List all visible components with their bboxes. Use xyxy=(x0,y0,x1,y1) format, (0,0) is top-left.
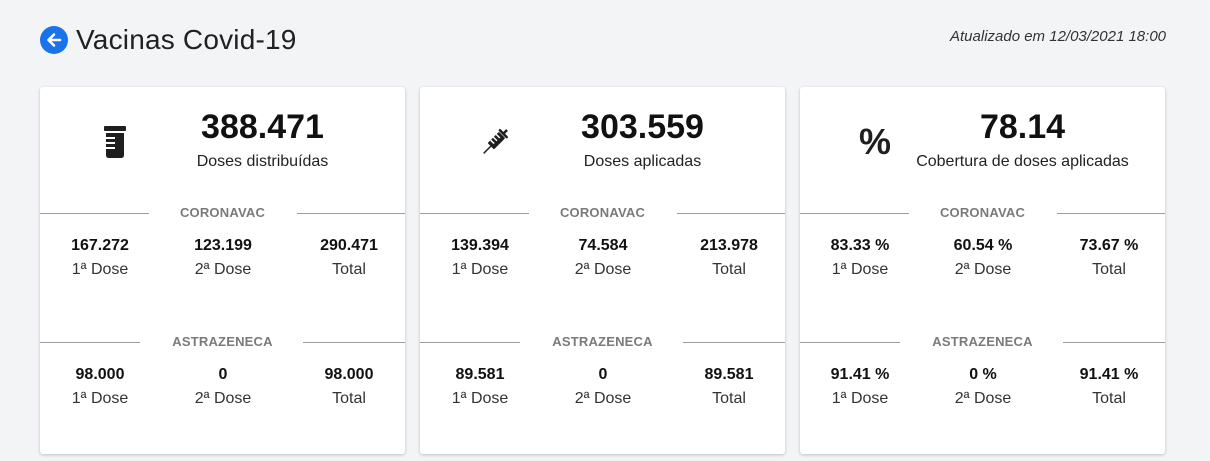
stat-second-dose: 123.199 2ª Dose xyxy=(194,237,252,278)
section-astrazeneca: ASTRAZENECA 89.581 1ª Dose 0 2ª Dose 89.58… xyxy=(420,332,785,407)
doses-aplicadas-label: Doses aplicadas xyxy=(583,153,702,170)
stat-first-dose: 139.394 1ª Dose xyxy=(451,237,509,278)
section-coronavac: CORONAVAC 167.272 1ª Dose 123.199 2ª Dose … xyxy=(40,203,405,278)
divider-line xyxy=(683,342,785,343)
divider-line xyxy=(297,213,405,214)
last-updated: Atualizado em 12/03/2021 18:00 xyxy=(950,28,1166,45)
card-doses-distribuidas: 388.471 Doses distribuídas CORONAVAC 167… xyxy=(40,87,405,454)
divider-line xyxy=(1057,213,1165,214)
cobertura-label: Cobertura de doses aplicadas xyxy=(916,153,1129,170)
stat-total: 213.978 Total xyxy=(700,237,758,278)
stat-first-dose: 167.272 1ª Dose xyxy=(71,237,129,278)
stat-second-dose: 60.54 % 2ª Dose xyxy=(953,237,1013,278)
section-astrazeneca: ASTRAZENECA 91.41 % 1ª Dose 0 % 2ª Dose 91… xyxy=(800,332,1165,407)
stat-total: 89.581 Total xyxy=(704,366,754,407)
page-title: Vacinas Covid-19 xyxy=(76,24,297,55)
stat-total: 73.67 % Total xyxy=(1079,237,1139,278)
doses-distribuidas-label: Doses distribuídas xyxy=(196,153,329,170)
divider-line xyxy=(303,342,405,343)
stat-second-dose: 0 2ª Dose xyxy=(194,366,252,407)
cobertura-value: 78.14 xyxy=(979,108,1066,146)
divider-line xyxy=(1063,342,1165,343)
stat-total: 290.471 Total xyxy=(320,237,378,278)
stat-total: 98.000 Total xyxy=(324,366,374,407)
stat-second-dose: 0 2ª Dose xyxy=(574,366,632,407)
stat-second-dose: 74.584 2ª Dose xyxy=(574,237,632,278)
section-coronavac: CORONAVAC 83.33 % 1ª Dose 60.54 % 2ª Dose … xyxy=(800,203,1165,278)
divider-line xyxy=(677,213,785,214)
card-doses-aplicadas: 303.559 Doses aplicadas CORONAVAC 139.39… xyxy=(420,87,785,454)
stat-total: 91.41 % Total xyxy=(1079,366,1139,407)
stat-first-dose: 98.000 1ª Dose xyxy=(71,366,129,407)
back-button[interactable] xyxy=(40,26,68,54)
doses-aplicadas-value: 303.559 xyxy=(581,108,704,146)
page-header: Vacinas Covid-19 xyxy=(40,24,297,56)
stat-first-dose: 89.581 1ª Dose xyxy=(451,366,509,407)
card-cobertura: % 78.14 Cobertura de doses aplicadas COR… xyxy=(800,87,1165,454)
section-astrazeneca: ASTRAZENECA 98.000 1ª Dose 0 2ª Dose 98.00… xyxy=(40,332,405,407)
arrow-left-icon xyxy=(47,33,62,47)
stat-first-dose: 83.33 % 1ª Dose xyxy=(830,237,890,278)
section-coronavac: CORONAVAC 139.394 1ª Dose 74.584 2ª Dose 2… xyxy=(420,203,785,278)
doses-distribuidas-value: 388.471 xyxy=(201,108,324,146)
stat-second-dose: 0 % 2ª Dose xyxy=(954,366,1012,407)
stat-first-dose: 91.41 % 1ª Dose xyxy=(830,366,890,407)
